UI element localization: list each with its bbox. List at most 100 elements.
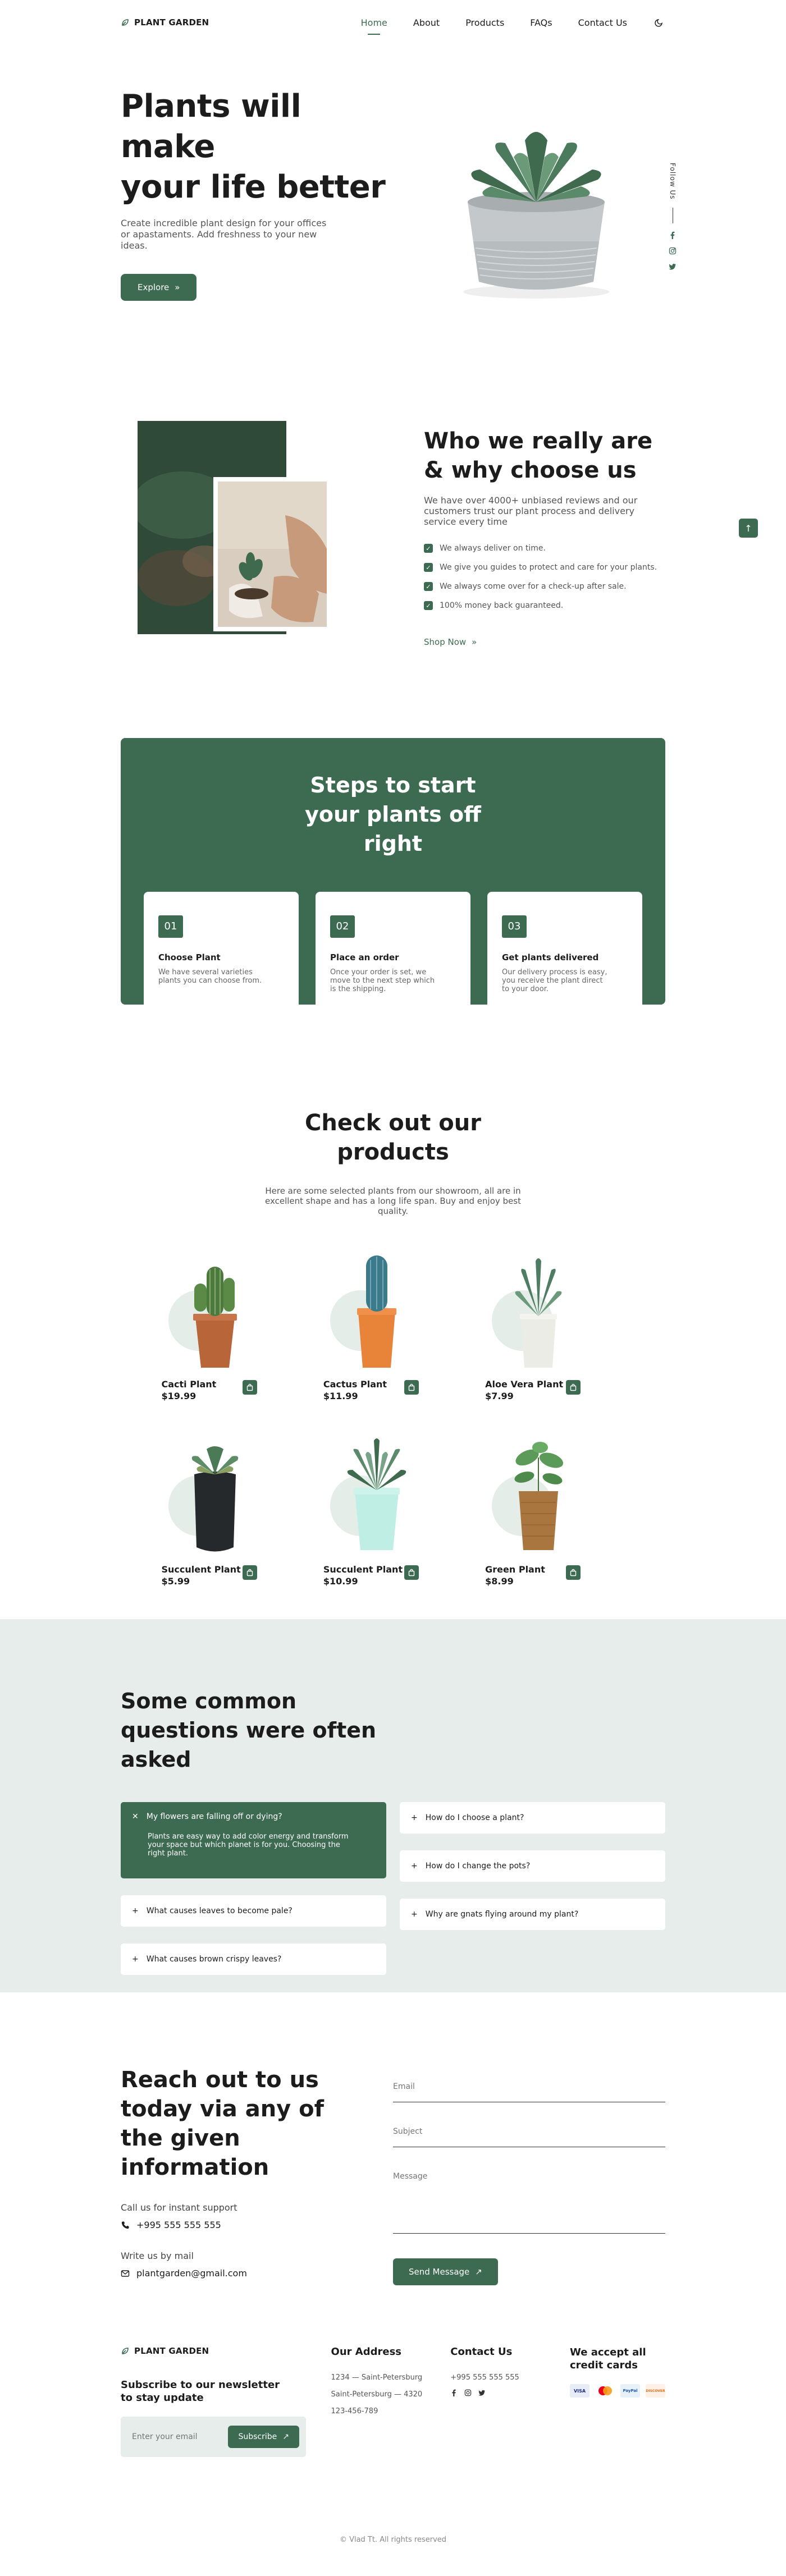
facebook-icon[interactable] [669,231,677,239]
footer-phone[interactable]: +995 555 555 555 [450,2373,570,2382]
step-number: 02 [330,915,355,938]
plus-icon: + [132,1906,139,1915]
phone-number: +995 555 555 555 [136,2220,221,2230]
plus-icon: + [132,1955,139,1964]
faq-item-open[interactable]: ✕ My flowers are falling off or dying? P… [121,1802,386,1878]
feature-checklist: ✓ We always deliver on time. ✓ We give you… [424,544,671,610]
address-line: 123-456-789 [331,2407,378,2415]
hero-title: Plants will make your life better [121,86,401,208]
nav-faqs[interactable]: FAQs [530,17,552,28]
product-card[interactable]: Succulent Plant $5.99 [162,1435,268,1598]
hero-title-line1: Plants will make [121,88,301,165]
checkbox-icon: ✓ [424,563,433,572]
faq-question: What causes leaves to become pale? [146,1906,293,1915]
faq-title: Some common questions were often asked [121,1689,377,1772]
shopping-bag-icon[interactable] [404,1380,419,1395]
checklist-text: 100% money back guaranteed. [440,601,564,610]
product-card[interactable]: Aloe Vera Plant $7.99 [485,1250,592,1413]
phone-icon [121,2221,129,2229]
contact-section: Reach out to us today via any of the giv… [0,1992,786,2307]
facebook-icon[interactable] [450,2389,458,2396]
nav-home[interactable]: Home [361,17,387,28]
message-field[interactable] [393,2172,665,2228]
header: PLANT GARDEN Home About Products FAQs Co… [0,0,786,45]
hero-section: Plants will make your life better Create… [0,45,786,359]
product-card[interactable]: Cacti Plant $19.99 [162,1250,268,1413]
faq-item[interactable]: + How do I change the pots? [400,1850,665,1882]
address-column: Our Address 1234 — Saint-Petersburg Sain… [331,2346,451,2457]
explore-button-label: Explore [138,282,170,292]
faq-item[interactable]: + What causes brown crispy leaves? [121,1944,386,1975]
faq-question: My flowers are falling off or dying? [146,1812,282,1821]
footer: PLANT GARDEN Subscribe to our newsletter… [0,2307,786,2576]
instagram-icon[interactable] [464,2389,472,2396]
leaf-icon [122,19,129,26]
shop-now-link[interactable]: Shop Now » [424,637,477,647]
faq-answer: Plants are easy way to add color energy … [148,1832,349,1858]
nav-about[interactable]: About [413,17,440,28]
checkbox-icon: ✓ [424,544,433,553]
faq-item[interactable]: + Why are gnats flying around my plant? [400,1899,665,1930]
email-field[interactable] [393,2082,665,2091]
payment-column: We accept all credit cards VISA PayPal D… [570,2346,665,2457]
plus-icon: + [411,1862,418,1871]
contact-form: Send Message ↗ [393,2065,665,2285]
shopping-bag-icon[interactable] [566,1380,581,1395]
step-card: 03 Get plants delivered Our delivery pro… [487,892,642,1011]
products-title: Check out our products [305,1110,481,1165]
footer-logo[interactable]: PLANT GARDEN [121,2346,331,2356]
main-nav: Home About Products FAQs Contact Us [361,16,665,29]
product-card[interactable]: Succulent Plant $10.99 [323,1435,430,1598]
products-description: Here are some selected plants from our s… [265,1186,521,1216]
moon-icon[interactable] [653,16,665,29]
logo[interactable]: PLANT GARDEN [121,17,209,27]
phone-line[interactable]: +995 555 555 555 [121,2220,368,2230]
twitter-icon[interactable] [478,2389,486,2396]
shopping-bag-icon[interactable] [242,1565,257,1580]
arrow-up-right-icon: ↗ [282,2432,289,2441]
shopping-bag-icon[interactable] [404,1565,419,1580]
newsletter-title: Subscribe to our newsletter to stay upda… [121,2379,280,2404]
nav-products[interactable]: Products [465,17,504,28]
leaf-icon [122,2348,129,2354]
twitter-icon[interactable] [669,263,677,271]
double-chevron-right-icon: » [175,282,180,292]
product-image [323,1250,430,1373]
step-description: Once your order is set, we move to the n… [330,968,435,993]
shopping-bag-icon[interactable] [242,1380,257,1395]
checkbox-icon: ✓ [424,601,433,610]
instagram-icon[interactable] [669,247,677,255]
address-title: Our Address [331,2346,402,2358]
subscribe-label: Subscribe [238,2432,277,2441]
faq-question: How do I choose a plant? [425,1813,524,1822]
checklist-item: ✓ We always deliver on time. [424,544,671,553]
visa-card-icon: VISA [570,2384,590,2398]
product-image [485,1250,592,1373]
step-title: Get plants delivered [502,952,599,962]
faq-column-left: ✕ My flowers are falling off or dying? P… [121,1802,386,1975]
subject-field[interactable] [393,2127,665,2136]
subscribe-button[interactable]: Subscribe ↗ [228,2426,299,2448]
explore-button[interactable]: Explore » [121,274,197,301]
payment-title: We accept all credit cards [570,2346,646,2371]
product-image [162,1250,268,1373]
scroll-up-button[interactable]: ↑ [739,519,758,538]
hero-plant-image [463,132,609,299]
checklist-item: ✓ We always come over for a check-up afte… [424,582,671,591]
steps-section: Steps to start your plants off right 01 … [0,738,786,1072]
newsletter-email-input[interactable] [132,2432,216,2441]
faq-item[interactable]: + What causes leaves to become pale? [121,1895,386,1927]
send-message-button[interactable]: Send Message ↗ [393,2258,498,2285]
checklist-item: ✓ 100% money back guaranteed. [424,601,671,610]
faq-column-right: + How do I choose a plant? + How do I ch… [400,1802,665,1975]
mail-icon [121,2270,130,2277]
faq-item[interactable]: + How do I choose a plant? [400,1802,665,1834]
email-line[interactable]: plantgarden@gmail.com [121,2268,368,2279]
shopping-bag-icon[interactable] [566,1565,581,1580]
nav-contact[interactable]: Contact Us [578,17,627,28]
checklist-text: We give you guides to protect and care f… [440,563,657,572]
product-card[interactable]: Cactus Plant $11.99 [323,1250,430,1413]
mail-label: Write us by mail [121,2250,194,2261]
product-card[interactable]: Green Plant $8.99 [485,1435,592,1598]
mastercard-icon [595,2384,615,2398]
